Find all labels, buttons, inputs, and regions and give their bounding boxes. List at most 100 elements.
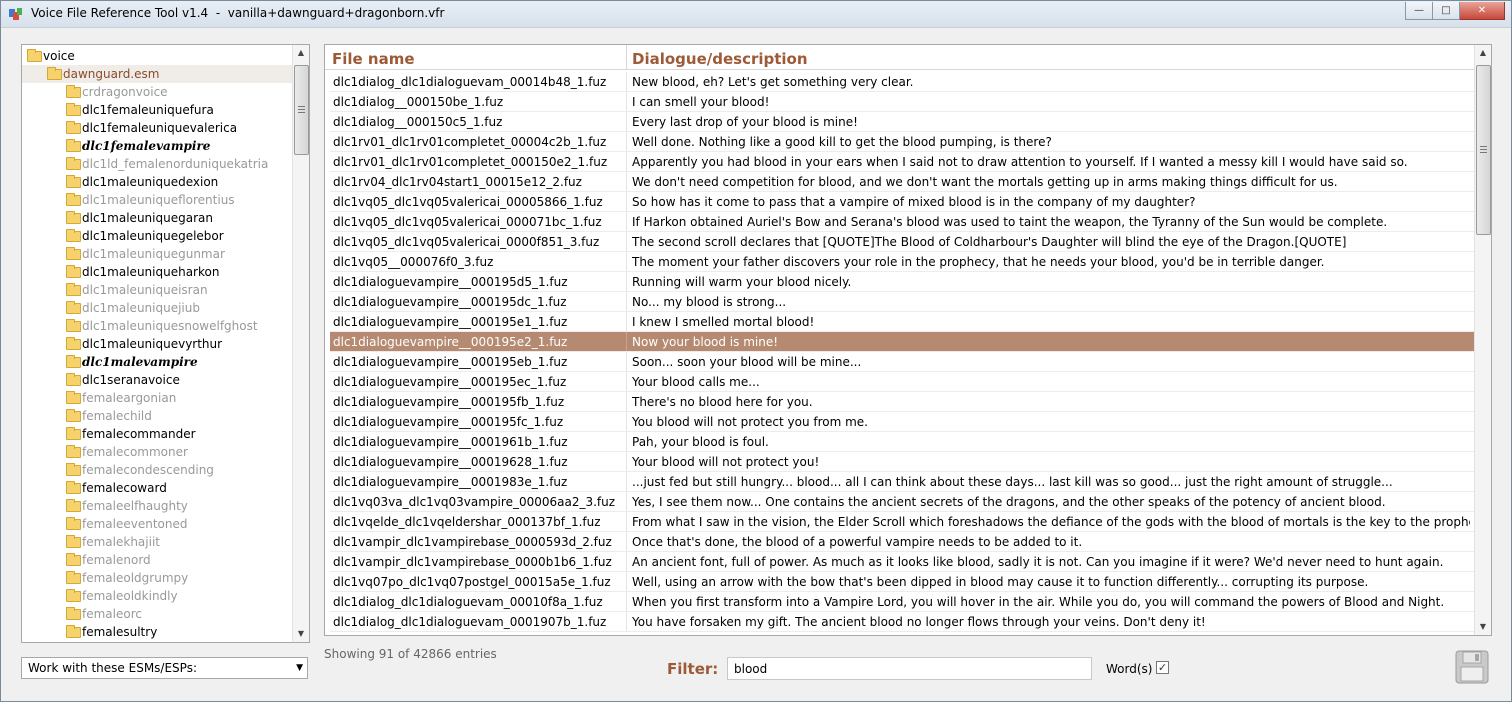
scroll-up-arrow-icon[interactable]: ▲ [1475, 45, 1491, 61]
file-name-cell: dlc1vqelde_dlc1vqeldershar_000137bf_1.fu… [333, 515, 601, 529]
tree-item[interactable]: dlc1seranavoice [22, 371, 293, 389]
words-checkbox-label: Word(s) [1106, 662, 1153, 676]
tree-item[interactable]: femalechild [22, 407, 293, 425]
folder-icon [66, 229, 81, 242]
file-name-cell: dlc1rv01_dlc1rv01completet_000150e2_1.fu… [333, 155, 608, 169]
table-row[interactable]: dlc1dialog_dlc1dialoguevam_00014b48_1.fu… [330, 72, 1474, 92]
tree-item[interactable]: dlc1maleuniqueisran [22, 281, 293, 299]
tree-item[interactable]: femalecommoner [22, 443, 293, 461]
scroll-down-arrow-icon[interactable]: ▼ [1475, 619, 1491, 635]
table-row[interactable]: dlc1vq05__000076f0_3.fuz The moment your … [330, 252, 1474, 272]
table-row[interactable]: dlc1vq03va_dlc1vq03vampire_00006aa2_3.fu… [330, 492, 1474, 512]
table-row[interactable]: dlc1dialoguevampire__0001983e_1.fuz ...ju… [330, 472, 1474, 492]
maximize-icon[interactable]: □ [1433, 2, 1460, 20]
tree-scroll-thumb[interactable] [294, 65, 309, 155]
folder-tree[interactable]: voice dawnguard.esm crdragonvoice dlc1femal… [21, 44, 310, 643]
table-row[interactable]: dlc1dialoguevampire__000195dc_1.fuz No...… [330, 292, 1474, 312]
words-checkbox[interactable]: ✓ [1156, 661, 1169, 674]
tree-item[interactable]: dlc1maleuniquegunmar [22, 245, 293, 263]
tree-item[interactable]: dlc1maleuniquegaran [22, 209, 293, 227]
tree-item[interactable]: voice [22, 47, 293, 65]
floppy-disk-icon[interactable] [1455, 650, 1489, 684]
tree-item[interactable]: femaleargonian [22, 389, 293, 407]
tree-item[interactable]: dlc1femaleuniquefura [22, 101, 293, 119]
table-row[interactable]: dlc1dialoguevampire__00019628_1.fuz Your … [330, 452, 1474, 472]
minimize-icon[interactable]: — [1405, 2, 1433, 20]
app-window: Voice File Reference Tool v1.4 - vanilla… [0, 0, 1512, 702]
dialogue-cell: I knew I smelled mortal blood! [632, 315, 815, 329]
table-row[interactable]: dlc1rv01_dlc1rv01completet_00004c2b_1.fu… [330, 132, 1474, 152]
tree-item[interactable]: dlc1maleuniquedexion [22, 173, 293, 191]
table-row[interactable]: dlc1dialoguevampire__000195e1_1.fuz I kne… [330, 312, 1474, 332]
cell-divider [626, 612, 627, 631]
column-header-file-name[interactable]: File name [332, 45, 415, 69]
tree-item[interactable]: femalekhajiit [22, 533, 293, 551]
dialogue-cell: An ancient font, full of power. As much … [632, 555, 1444, 569]
filter-input[interactable] [727, 657, 1092, 680]
tree-scrollbar[interactable]: ▲ ▼ [292, 45, 309, 642]
folder-icon [66, 301, 81, 314]
table-row[interactable]: dlc1rv01_dlc1rv01completet_000150e2_1.fu… [330, 152, 1474, 172]
tree-item[interactable]: dlc1maleuniquegelebor [22, 227, 293, 245]
table-row[interactable]: dlc1dialoguevampire__000195e2_1.fuz Now y… [330, 332, 1474, 352]
scroll-up-arrow-icon[interactable]: ▲ [293, 45, 309, 61]
table-row[interactable]: dlc1vq05_dlc1vq05valericai_0000f851_3.fu… [330, 232, 1474, 252]
dialogue-cell: ...just fed but still hungry... blood...… [632, 475, 1393, 489]
tree-item[interactable]: femaleoldkindly [22, 587, 293, 605]
table-row[interactable]: dlc1vampir_dlc1vampirebase_0000593d_2.fu… [330, 532, 1474, 552]
tree-item[interactable]: crdragonvoice [22, 83, 293, 101]
table-row[interactable]: dlc1dialoguevampire__000195ec_1.fuz Your … [330, 372, 1474, 392]
close-icon[interactable]: ✕ [1460, 2, 1505, 20]
column-divider[interactable] [626, 45, 627, 69]
tree-item[interactable]: femalecommander [22, 425, 293, 443]
tree-item[interactable]: femaleoldgrumpy [22, 569, 293, 587]
table-row[interactable]: dlc1vqelde_dlc1vqeldershar_000137bf_1.fu… [330, 512, 1474, 532]
dialogue-cell: New blood, eh? Let's get something very … [632, 75, 914, 89]
table-row[interactable]: dlc1dialog__000150be_1.fuz I can smell yo… [330, 92, 1474, 112]
tree-item[interactable]: dawnguard.esm [22, 65, 293, 83]
tree-item[interactable]: femaleeventoned [22, 515, 293, 533]
tree-item[interactable]: dlc1femalevampire [22, 137, 293, 155]
scroll-down-arrow-icon[interactable]: ▼ [293, 626, 309, 642]
table-header: File name Dialogue/description [325, 45, 1475, 70]
table-row[interactable]: dlc1dialoguevampire__000195d5_1.fuz Runni… [330, 272, 1474, 292]
table-scrollbar[interactable]: ▲ ▼ [1474, 45, 1491, 635]
file-name-cell: dlc1vq05__000076f0_3.fuz [333, 255, 494, 269]
table-row[interactable]: dlc1dialoguevampire__0001961b_1.fuz Pah, … [330, 432, 1474, 452]
dialogue-cell: Pah, your blood is foul. [632, 435, 769, 449]
folder-icon [66, 193, 81, 206]
folder-icon [66, 319, 81, 332]
file-name-cell: dlc1dialog_dlc1dialoguevam_00010f8a_1.fu… [333, 595, 603, 609]
tree-item[interactable]: femalecondescending [22, 461, 293, 479]
column-header-dialogue[interactable]: Dialogue/description [632, 45, 808, 69]
tree-item[interactable]: femalecoward [22, 479, 293, 497]
tree-item[interactable]: femalenord [22, 551, 293, 569]
table-row[interactable]: dlc1dialoguevampire__000195fb_1.fuz There… [330, 392, 1474, 412]
table-scroll-thumb[interactable] [1476, 65, 1491, 235]
table-row[interactable]: dlc1dialog_dlc1dialoguevam_0001907b_1.fu… [330, 612, 1474, 632]
tree-item-label: femalecommander [82, 427, 196, 441]
tree-item[interactable]: dlc1femaleuniquevalerica [22, 119, 293, 137]
tree-item[interactable]: femaleelfhaughty [22, 497, 293, 515]
table-row[interactable]: dlc1dialog_dlc1dialoguevam_00010f8a_1.fu… [330, 592, 1474, 612]
table-row[interactable]: dlc1dialog__000150c5_1.fuz Every last dro… [330, 112, 1474, 132]
tree-item[interactable]: femaleorc [22, 605, 293, 623]
table-row[interactable]: dlc1dialoguevampire__000195eb_1.fuz Soon.… [330, 352, 1474, 372]
table-row[interactable]: dlc1vq07po_dlc1vq07postgel_00015a5e_1.fu… [330, 572, 1474, 592]
tree-item[interactable]: dlc1maleuniquejiub [22, 299, 293, 317]
table-row[interactable]: dlc1rv04_dlc1rv04start1_00015e12_2.fuz We… [330, 172, 1474, 192]
tree-item[interactable]: dlc1maleuniquesnowelfghost [22, 317, 293, 335]
esm-selector-dropdown[interactable]: Work with these ESMs/ESPs: ▼ [21, 657, 308, 679]
table-row[interactable]: dlc1dialoguevampire__000195fc_1.fuz You b… [330, 412, 1474, 432]
table-row[interactable]: dlc1vq05_dlc1vq05valericai_000071bc_1.fu… [330, 212, 1474, 232]
tree-item[interactable]: femalesultry [22, 623, 293, 641]
title-bar[interactable]: Voice File Reference Tool v1.4 - vanilla… [1, 1, 1511, 28]
tree-item[interactable]: dlc1maleuniquevyrthur [22, 335, 293, 353]
tree-item[interactable]: dlc1maleuniqueharkon [22, 263, 293, 281]
table-row[interactable]: dlc1vampir_dlc1vampirebase_0000b1b6_1.fu… [330, 552, 1474, 572]
table-row[interactable]: dlc1vq05_dlc1vq05valericai_00005866_1.fu… [330, 192, 1474, 212]
tree-item[interactable]: dlc1maleuniqueflorentius [22, 191, 293, 209]
tree-item[interactable]: dlc1malevampire [22, 353, 293, 371]
tree-item-label: femalecommoner [82, 445, 188, 459]
tree-item[interactable]: dlc1ld_femalenorduniquekatria [22, 155, 293, 173]
